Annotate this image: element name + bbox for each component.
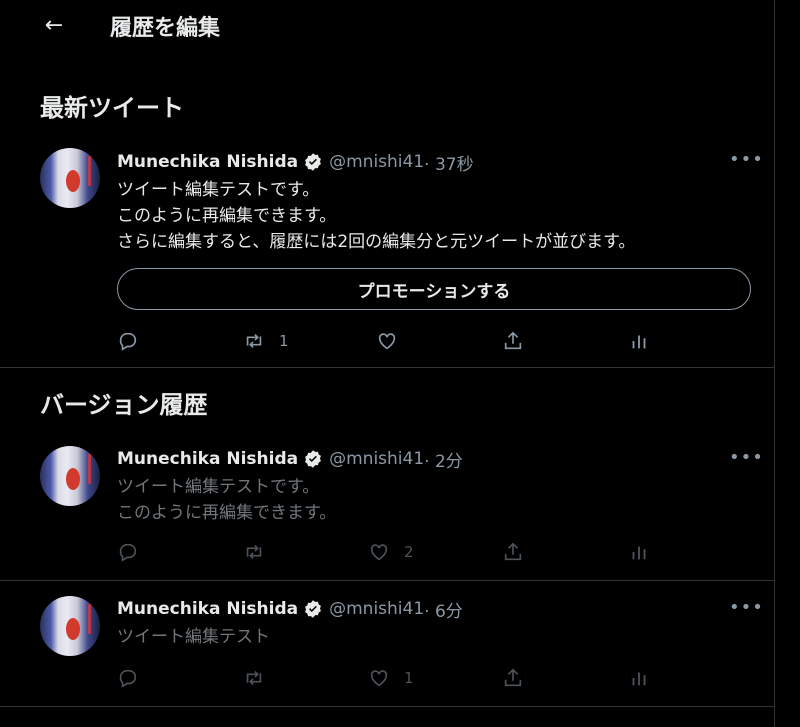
reply-button[interactable]: [117, 326, 139, 356]
like-count: 1: [404, 669, 414, 687]
tweet-text: ツイート編集テストです。 このように再編集できます。: [117, 477, 337, 523]
retweet-icon: [246, 544, 262, 560]
like-icon: [370, 670, 388, 687]
author-name[interactable]: Munechika Nishida: [117, 599, 298, 619]
divider: [0, 367, 774, 368]
tweet-header: Munechika Nishida @mnishi41 · 37秒: [117, 150, 474, 175]
like-button[interactable]: 2: [368, 537, 414, 567]
retweet-button[interactable]: [243, 663, 265, 693]
page-title: 履歴を編集: [110, 16, 221, 41]
analytics-icon: [632, 672, 646, 686]
promote-button[interactable]: プロモーションする: [117, 268, 751, 310]
tweet-header: Munechika Nishida @mnishi41 · 2分: [117, 447, 463, 472]
author-handle[interactable]: @mnishi41: [329, 599, 424, 619]
reply-icon: [119, 332, 137, 351]
author-name[interactable]: Munechika Nishida: [117, 449, 298, 469]
avatar[interactable]: [40, 446, 100, 506]
author-handle[interactable]: @mnishi41: [329, 152, 424, 172]
author-handle[interactable]: @mnishi41: [329, 449, 424, 469]
section-title-history: バージョン履歴: [40, 391, 208, 419]
retweet-button[interactable]: 1: [243, 326, 289, 356]
reply-button[interactable]: [117, 663, 139, 693]
reply-icon: [119, 669, 137, 688]
reply-icon: [119, 543, 137, 562]
share-icon: [504, 542, 522, 561]
tweet-time[interactable]: · 6分: [424, 597, 463, 622]
like-count: 2: [404, 543, 414, 561]
tweet-actions: 2: [0, 537, 774, 567]
more-icon[interactable]: •••: [729, 149, 764, 170]
section-title-latest: 最新ツイート: [40, 94, 184, 122]
reply-button[interactable]: [117, 537, 139, 567]
avatar[interactable]: [40, 596, 100, 656]
main-column: ← 履歴を編集 最新ツイート Munechika Nishida @mnishi…: [0, 0, 775, 727]
verified-badge-icon: [305, 450, 322, 468]
like-button[interactable]: [376, 326, 398, 356]
tweet-text: ツイート編集テストです。 このように再編集できます。 さらに編集すると、履歴には…: [117, 180, 636, 252]
share-icon: [504, 331, 522, 350]
tweet-actions: 1: [0, 663, 774, 693]
retweet-count: 1: [279, 332, 289, 350]
more-icon[interactable]: •••: [729, 597, 764, 618]
share-button[interactable]: [502, 326, 524, 356]
like-button[interactable]: 1: [368, 663, 414, 693]
analytics-icon: [632, 335, 646, 349]
share-icon: [504, 668, 522, 687]
tweet-text: ツイート編集テスト: [117, 627, 270, 647]
analytics-button[interactable]: [628, 537, 650, 567]
back-arrow-icon[interactable]: ←: [40, 12, 68, 40]
retweet-icon: [246, 670, 262, 686]
tweet-actions: 1: [0, 326, 774, 356]
analytics-icon: [632, 546, 646, 560]
tweet-header: Munechika Nishida @mnishi41 · 6分: [117, 597, 463, 622]
analytics-button[interactable]: [628, 326, 650, 356]
top-bar: ← 履歴を編集: [0, 0, 774, 52]
like-icon: [370, 544, 388, 561]
verified-badge-icon: [305, 153, 322, 171]
retweet-icon: [246, 333, 262, 349]
verified-badge-icon: [305, 600, 322, 618]
retweet-button[interactable]: [243, 537, 265, 567]
author-name[interactable]: Munechika Nishida: [117, 152, 298, 172]
share-button[interactable]: [502, 663, 524, 693]
analytics-button[interactable]: [628, 663, 650, 693]
tweet-time[interactable]: · 37秒: [424, 150, 473, 175]
divider: [0, 580, 774, 581]
avatar[interactable]: [40, 148, 100, 208]
divider: [0, 706, 774, 707]
more-icon[interactable]: •••: [729, 447, 764, 468]
share-button[interactable]: [502, 537, 524, 567]
tweet-time[interactable]: · 2分: [424, 447, 463, 472]
like-icon: [378, 333, 396, 350]
